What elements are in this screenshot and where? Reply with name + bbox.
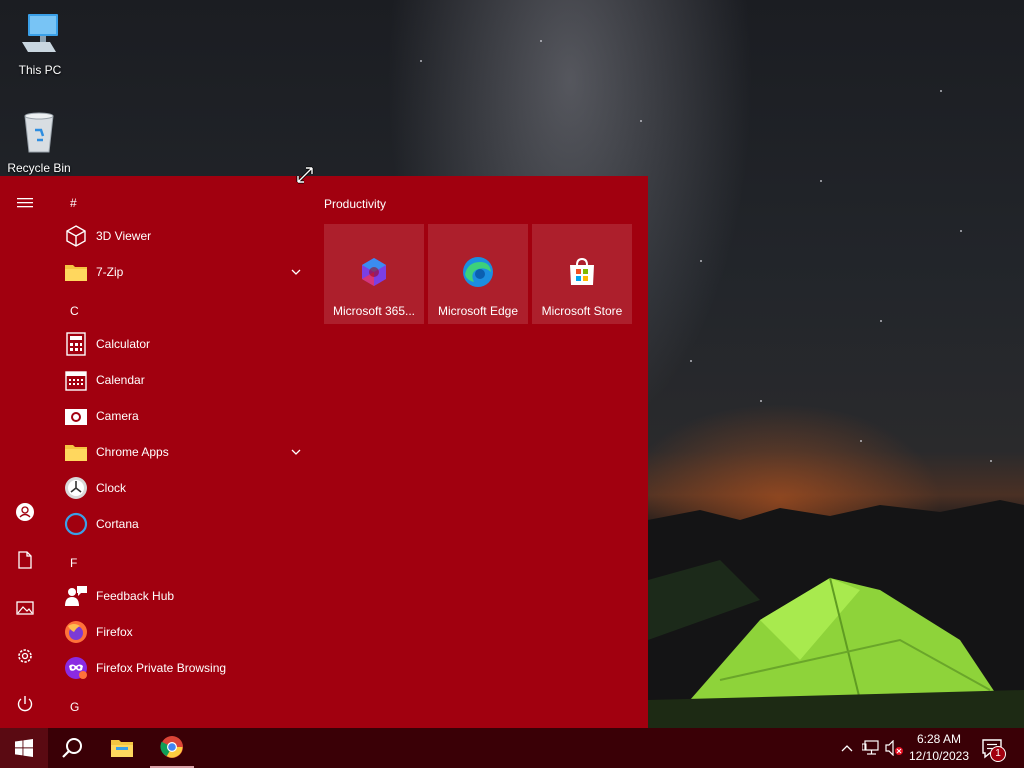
start-button[interactable] <box>0 728 48 768</box>
file-explorer-icon <box>111 740 133 757</box>
app-item-clock[interactable]: Clock <box>60 470 310 506</box>
chrome-taskbar-button[interactable] <box>150 728 194 768</box>
tiles-group-title[interactable]: Productivity <box>324 197 386 211</box>
search-icon <box>62 738 82 758</box>
desktop-icon-this-pc[interactable]: This PC <box>2 10 78 77</box>
user-account-button[interactable] <box>0 488 50 536</box>
taskbar-clock[interactable]: 6:28 AM 12/10/2023 <box>906 731 972 765</box>
app-label: Clock <box>96 481 127 495</box>
volume-tray-button[interactable] <box>884 738 904 758</box>
hamburger-menu-button[interactable] <box>0 179 50 227</box>
pictures-icon <box>16 601 34 615</box>
app-label: Feedback Hub <box>96 589 175 603</box>
recycle-bin-icon <box>24 112 54 153</box>
app-label: Calendar <box>96 373 145 387</box>
clock-date: 12/10/2023 <box>908 749 970 763</box>
app-label: Firefox <box>96 625 133 639</box>
calendar-icon <box>65 371 87 391</box>
power-icon <box>17 696 33 712</box>
clock-time: 6:28 AM <box>916 732 962 746</box>
windows-logo-icon <box>15 739 33 757</box>
app-label: Cortana <box>96 517 139 531</box>
app-item-feedback-hub[interactable]: Feedback Hub <box>60 578 310 614</box>
volume-muted-icon <box>885 740 903 756</box>
start-menu: # 3D Viewer 7-Zip C Calculator Calendar <box>0 176 648 728</box>
gear-icon <box>18 649 32 663</box>
app-item-calculator[interactable]: Calculator <box>60 326 310 362</box>
power-button[interactable] <box>0 680 50 728</box>
app-label: Camera <box>96 409 139 423</box>
cube-icon <box>66 225 86 247</box>
app-item-cortana[interactable]: Cortana <box>60 506 310 542</box>
settings-button[interactable] <box>0 632 50 680</box>
document-icon <box>18 551 32 569</box>
desktop-icon-label: This PC <box>18 63 62 77</box>
resize-cursor-icon <box>296 166 314 184</box>
app-item-camera[interactable]: Camera <box>60 398 310 434</box>
start-menu-rail <box>0 176 50 728</box>
microsoft-365-icon <box>362 258 386 286</box>
letter-header-hash[interactable]: # <box>70 196 77 210</box>
chevron-down-icon <box>291 269 301 275</box>
chevron-down-icon <box>291 449 301 455</box>
tile-microsoft-365[interactable]: Microsoft 365... <box>324 224 424 324</box>
clock-icon <box>65 477 87 499</box>
app-item-chrome-apps[interactable]: Chrome Apps <box>60 434 310 470</box>
tile-label: Microsoft 365... <box>332 304 416 318</box>
chevron-up-icon <box>841 745 853 752</box>
network-tray-button[interactable] <box>861 738 881 758</box>
edge-icon <box>463 257 493 287</box>
user-icon <box>16 503 34 521</box>
app-item-calendar[interactable]: Calendar <box>60 362 310 398</box>
search-button[interactable] <box>48 728 96 768</box>
show-hidden-icons-button[interactable] <box>837 738 857 758</box>
documents-button[interactable] <box>0 536 50 584</box>
tile-microsoft-edge[interactable]: Microsoft Edge <box>428 224 528 324</box>
app-label: Firefox Private Browsing <box>96 661 227 675</box>
calculator-icon <box>66 332 86 356</box>
app-label: Calculator <box>96 337 151 351</box>
letter-header-c[interactable]: C <box>70 304 79 318</box>
app-list: # 3D Viewer 7-Zip C Calculator Calendar <box>50 176 312 728</box>
tile-microsoft-store[interactable]: Microsoft Store <box>532 224 632 324</box>
app-label: 7-Zip <box>96 265 124 279</box>
cortana-icon <box>64 512 88 536</box>
firefox-icon <box>65 621 87 643</box>
hamburger-icon <box>17 198 33 208</box>
app-item-3d-viewer[interactable]: 3D Viewer <box>60 218 310 254</box>
letter-header-f[interactable]: F <box>70 556 77 570</box>
firefox-private-icon <box>65 657 87 679</box>
letter-header-g[interactable]: G <box>70 700 79 714</box>
folder-icon <box>65 445 87 461</box>
app-label: Chrome Apps <box>96 445 169 459</box>
store-icon <box>570 257 594 285</box>
chrome-icon <box>160 736 183 758</box>
file-explorer-button[interactable] <box>98 728 146 768</box>
camera-icon <box>65 409 87 425</box>
app-item-firefox[interactable]: Firefox <box>60 614 310 650</box>
app-item-7-zip[interactable]: 7-Zip <box>60 254 310 290</box>
desktop-icon-recycle-bin[interactable]: Recycle Bin <box>1 108 77 175</box>
network-icon <box>862 740 879 755</box>
this-pc-icon <box>22 14 58 52</box>
taskbar: 6:28 AM 12/10/2023 <box>0 728 1024 768</box>
app-label: 3D Viewer <box>96 229 152 243</box>
tile-label: Microsoft Edge <box>437 304 519 318</box>
feedback-hub-icon <box>65 586 87 606</box>
tile-label: Microsoft Store <box>541 304 623 318</box>
notification-count-badge: 1 <box>990 746 1006 762</box>
folder-icon <box>65 265 87 281</box>
desktop-icon-label: Recycle Bin <box>7 161 71 175</box>
app-item-firefox-private-browsing[interactable]: Firefox Private Browsing <box>60 650 310 686</box>
pictures-button[interactable] <box>0 584 50 632</box>
